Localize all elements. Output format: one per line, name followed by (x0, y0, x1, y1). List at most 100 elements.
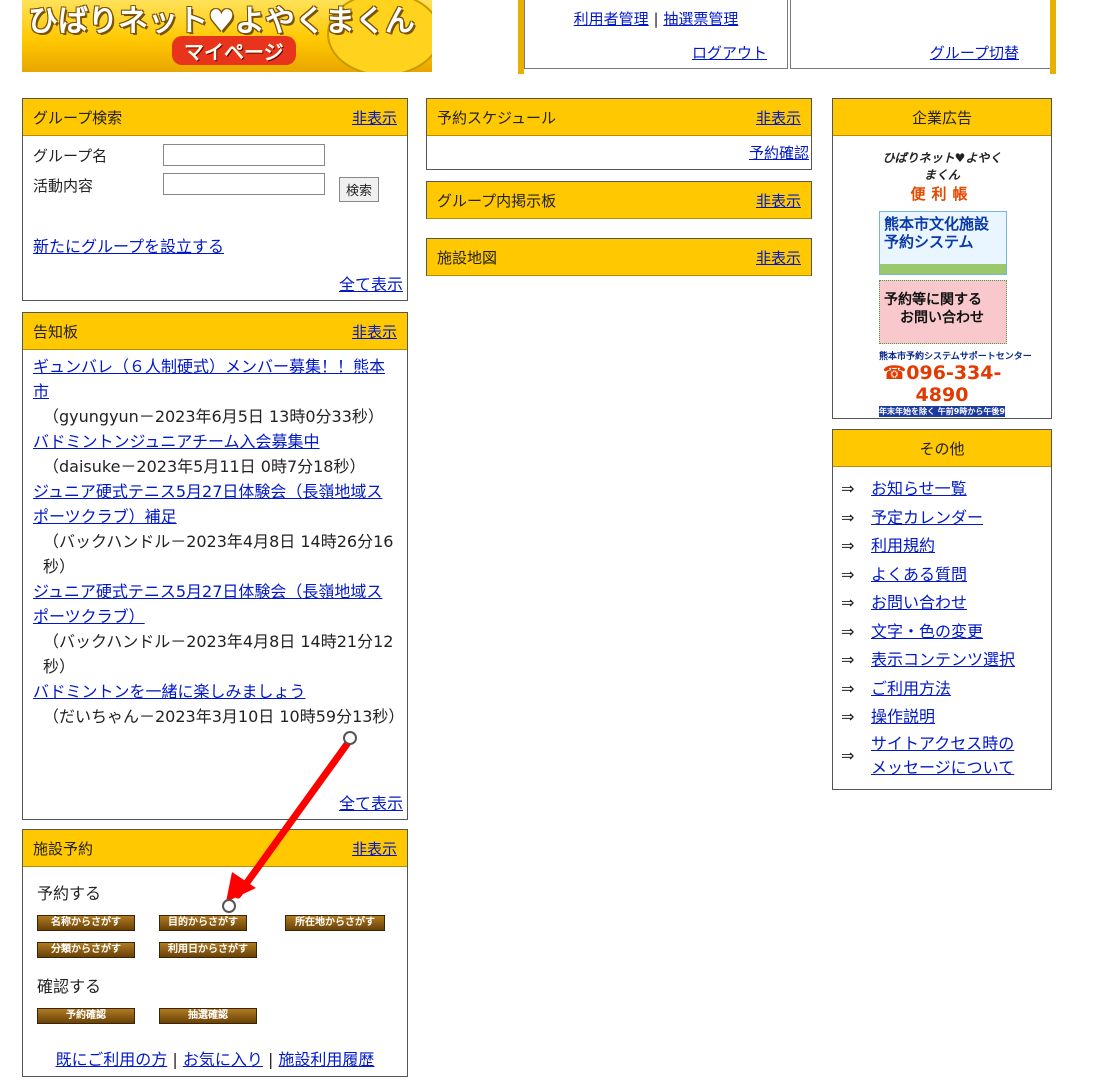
panel-title: グループ内掲示板 (437, 192, 557, 210)
terms-link[interactable]: 利用規約 (871, 532, 935, 561)
show-all-link[interactable]: 全て表示 (339, 271, 403, 295)
create-group-link[interactable]: 新たにグループを設立する (33, 233, 224, 257)
group-board-panel: グループ内掲示板 非表示 (426, 181, 812, 219)
notice-title-link[interactable]: ジュニア硬式テニス5月27日体験会（長嶺地域スポーツクラブ） (33, 582, 382, 626)
notice-meta: （だいちゃん－2023年3月10日 10時59分13秒） (43, 707, 405, 726)
logout-link[interactable]: ログアウト (692, 44, 767, 62)
lottery-confirm-button[interactable]: 抽選確認 (159, 1008, 257, 1024)
list-item: ⇒ 予定カレンダー (841, 504, 1051, 533)
hide-link[interactable]: 非表示 (352, 107, 397, 128)
notice-board-panel: 告知板 非表示 ギュンバレ（６人制硬式）メンバー募集！！熊本市 （gyungyu… (22, 312, 408, 820)
notice-meta: （gyungyun－2023年6月5日 13時0分33秒） (43, 407, 384, 426)
arrow-icon: ⇒ (841, 536, 855, 555)
banner-ground (880, 264, 1006, 274)
faq-link[interactable]: よくある質問 (871, 561, 967, 590)
news-list-link[interactable]: お知らせ一覧 (871, 475, 967, 504)
list-item: ⇒ 利用規約 (841, 532, 1051, 561)
activity-label: 活動内容 (33, 177, 94, 195)
font-color-link[interactable]: 文字・色の変更 (871, 618, 983, 647)
group-switch-link[interactable]: グループ切替 (930, 44, 1019, 62)
hide-link[interactable]: 非表示 (352, 838, 397, 859)
arrow-icon: ⇒ (841, 650, 855, 669)
access-message-link[interactable]: サイトアクセス時のメッセージについて (871, 732, 1021, 780)
banner-text: 予約システム (884, 233, 974, 251)
arrow-icon: ⇒ (841, 479, 855, 498)
list-item: バドミントンを一緒に楽しみましょう (33, 679, 397, 704)
panel-title: 告知板 (33, 323, 79, 341)
header-divider-right (1050, 0, 1056, 74)
list-item: ジュニア硬式テニス5月27日体験会（長嶺地域スポーツクラブ） (33, 579, 397, 629)
contact-link[interactable]: お問い合わせ (871, 589, 967, 618)
notice-meta: （バックハンドル－2023年4月8日 14時26分16秒） (43, 532, 394, 576)
content-select-link[interactable]: 表示コンテンツ選択 (871, 646, 1015, 675)
hide-link[interactable]: 非表示 (756, 107, 801, 128)
banner-text: お問い合わせ (900, 310, 984, 326)
inquiry-banner[interactable]: 予約等に関する お問い合わせ (879, 280, 1007, 344)
panel-title: 施設予約 (33, 840, 94, 858)
notice-title-link[interactable]: ジュニア硬式テニス5月27日体験会（長嶺地域スポーツクラブ）補足 (33, 482, 382, 526)
reservation-confirm-link[interactable]: 予約確認 (749, 142, 809, 163)
banner-text: ひばりネット♥よやくまくん (882, 151, 1002, 182)
list-item: ⇒ 操作説明 (841, 703, 1051, 732)
phone-number: ☎096-334-4890 (882, 362, 1002, 406)
hide-link[interactable]: 非表示 (756, 190, 801, 211)
header-group-box: グループ切替 (790, 0, 1052, 69)
notice-meta: （daisuke－2023年5月11日 0時7分18秒） (43, 457, 366, 476)
notice-title-link[interactable]: ギュンバレ（６人制硬式）メンバー募集！！熊本市 (33, 357, 385, 401)
other-panel: その他 ⇒ お知らせ一覧 ⇒ 予定カレンダー ⇒ 利用規約 ⇒ よくある質問 ⇒ お問い合… (832, 429, 1052, 790)
culture-facility-banner[interactable]: 熊本市文化施設 予約システム (879, 211, 1007, 275)
list-item: バドミントンジュニアチーム入会募集中 (33, 429, 397, 454)
ads-panel: 企業広告 ひばりネット♥よやくまくん 便利帳 熊本市文化施設 予約システム 予約… (832, 98, 1052, 419)
arrow-icon: ⇒ (841, 621, 855, 641)
arrow-icon: ⇒ (841, 507, 855, 527)
usage-guide-link[interactable]: ご利用方法 (871, 675, 951, 704)
arrow-icon: ⇒ (841, 593, 855, 612)
arrow-icon: ⇒ (841, 707, 855, 726)
notice-title-link[interactable]: バドミントンを一緒に楽しみましょう (33, 682, 305, 701)
header-account-box: 利用者管理 | 抽選票管理 ログアウト (524, 0, 788, 69)
panel-title: 予約スケジュール (437, 109, 556, 127)
panel-title: 企業広告 (911, 109, 972, 127)
activity-input[interactable] (163, 173, 325, 195)
manual-link[interactable]: 操作説明 (871, 703, 935, 732)
banner-text: 熊本市予約システムサポートセンター (879, 352, 1032, 362)
banner-text: 予約等に関する (884, 292, 982, 308)
handbook-banner[interactable]: ひばりネット♥よやくまくん 便利帳 (879, 149, 1005, 205)
list-item: ⇒ 表示コンテンツ選択 (841, 646, 1051, 675)
banner-text: 年末年始を除く 午前9時から午後9時 (879, 406, 1005, 417)
list-item: ⇒ お問い合わせ (841, 589, 1051, 618)
reservation-schedule-panel: 予約スケジュール 非表示 予約確認 (426, 98, 812, 170)
group-name-input[interactable] (163, 144, 325, 166)
user-management-link[interactable]: 利用者管理 (574, 10, 649, 28)
banner-text: 便利帳 (910, 185, 974, 203)
usage-history-link[interactable]: 施設利用履歴 (278, 1050, 374, 1069)
panel-title: グループ検索 (33, 109, 123, 127)
panel-title: その他 (919, 440, 965, 458)
search-button[interactable]: 検索 (339, 177, 380, 202)
search-by-location-button[interactable]: 所在地からさがす (285, 915, 385, 931)
search-by-date-button[interactable]: 利用日からさがす (159, 942, 257, 958)
favorites-link[interactable]: お気に入り (183, 1050, 263, 1069)
banner-text: 熊本市文化施設 (884, 215, 990, 233)
list-item: ⇒ ご利用方法 (841, 675, 1051, 704)
search-by-name-button[interactable]: 名称からさがす (37, 915, 135, 931)
list-item: ⇒ 文字・色の変更 (841, 618, 1051, 647)
list-item: ⇒ サイトアクセス時のメッセージについて (841, 732, 1051, 780)
facility-reservation-panel: 施設予約 非表示 予約する 名称からさがす 目的からさがす 所在地からさがす 分… (22, 829, 408, 1077)
existing-users-link[interactable]: 既にご利用の方 (56, 1050, 168, 1069)
search-by-purpose-button[interactable]: 目的からさがす (159, 915, 247, 931)
separator: | (172, 1050, 178, 1069)
support-center-banner[interactable]: 熊本市予約システムサポートセンター ☎096-334-4890 年末年始を除く … (879, 349, 1032, 417)
hide-link[interactable]: 非表示 (352, 321, 397, 342)
reservation-confirm-button[interactable]: 予約確認 (37, 1008, 135, 1024)
show-all-link[interactable]: 全て表示 (339, 790, 403, 814)
arrow-icon: ⇒ (841, 745, 855, 765)
notice-title-link[interactable]: バドミントンジュニアチーム入会募集中 (33, 432, 320, 451)
hide-link[interactable]: 非表示 (756, 247, 801, 268)
calendar-link[interactable]: 予定カレンダー (871, 504, 983, 533)
site-logo: ひばりネット♥よやくまくん マイページ (22, 0, 432, 72)
search-by-category-button[interactable]: 分類からさがす (37, 942, 135, 958)
lottery-management-link[interactable]: 抽選票管理 (663, 10, 738, 28)
list-item: ジュニア硬式テニス5月27日体験会（長嶺地域スポーツクラブ）補足 (33, 479, 397, 529)
confirm-heading: 確認する (37, 977, 102, 996)
